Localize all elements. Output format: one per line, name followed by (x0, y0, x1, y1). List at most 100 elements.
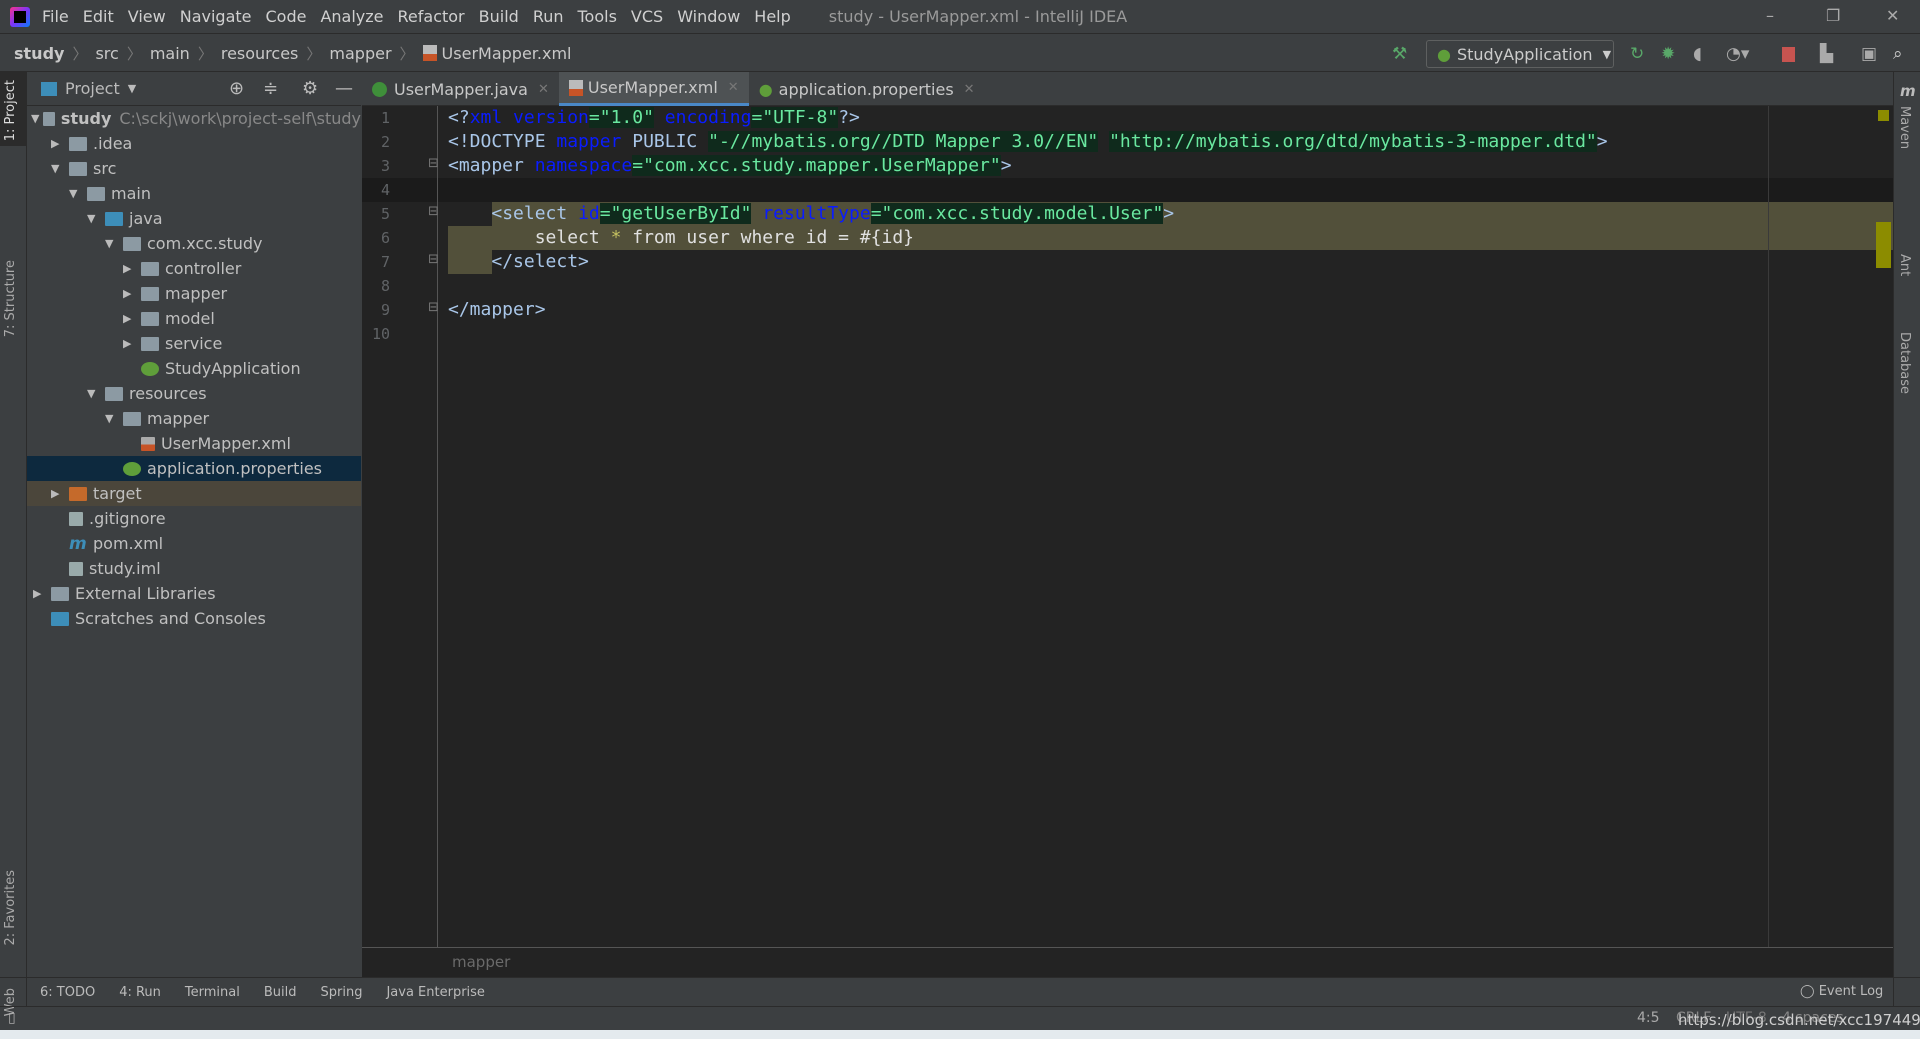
tree-item[interactable]: ▼ com.xcc.study (27, 231, 361, 256)
collapse-all-icon[interactable]: ≑ (263, 78, 278, 99)
tree-item[interactable]: ▼ java (27, 206, 361, 231)
tree-item[interactable]: study.iml (27, 556, 361, 581)
database-tool-tab[interactable]: Database (1897, 332, 1912, 394)
menu-navigate[interactable]: Navigate (180, 7, 252, 26)
minimize-button[interactable]: – (1766, 6, 1774, 25)
locate-icon[interactable]: ⊕ (229, 78, 244, 99)
tree-item[interactable]: Scratches and Consoles (27, 606, 361, 631)
breadcrumb-study[interactable]: study (14, 44, 64, 63)
tool-window--todo[interactable]: 6: TODO (40, 985, 95, 1000)
hide-icon[interactable]: — (335, 78, 353, 99)
tree-item[interactable]: ▶ service (27, 331, 361, 356)
tool-window-spring[interactable]: Spring (321, 985, 363, 1000)
toggle-tool-windows-icon[interactable]: ▯ (8, 1010, 16, 1026)
collapsed-arrow-icon[interactable]: ▶ (123, 287, 141, 300)
tool-window-java-enterprise[interactable]: Java Enterprise (386, 985, 484, 1000)
close-button[interactable]: ✕ (1886, 6, 1899, 25)
rerun-icon[interactable]: ↻ (1630, 44, 1644, 64)
tool-window--run[interactable]: 4: Run (119, 985, 161, 1000)
coverage-icon[interactable]: ◖ (1693, 44, 1702, 64)
inspection-status-icon[interactable] (1878, 110, 1889, 121)
menu-window[interactable]: Window (677, 7, 740, 26)
breadcrumb-resources[interactable]: resources (221, 44, 299, 63)
menu-analyze[interactable]: Analyze (320, 7, 383, 26)
collapsed-arrow-icon[interactable]: ▶ (123, 262, 141, 275)
close-tab-icon[interactable]: ✕ (728, 80, 739, 95)
editor-tab[interactable]: UserMapper.xml ✕ (558, 72, 749, 106)
project-tool-tab[interactable]: 1: Project (3, 80, 18, 141)
close-tab-icon[interactable]: ✕ (538, 82, 549, 97)
tree-item[interactable]: StudyApplication (27, 356, 361, 381)
structure-tool-tab[interactable]: 7: Structure (3, 260, 18, 337)
expanded-arrow-icon[interactable]: ▼ (69, 187, 87, 200)
collapsed-arrow-icon[interactable]: ▶ (33, 587, 51, 600)
event-log-button[interactable]: ◯ Event Log (1800, 984, 1883, 999)
chevron-down-icon[interactable]: ▼ (128, 82, 136, 95)
menu-help[interactable]: Help (754, 7, 790, 26)
fold-marker-icon[interactable]: ⊟ (428, 204, 439, 219)
maven-tool-tab[interactable]: Maven (1897, 106, 1912, 149)
menu-refactor[interactable]: Refactor (398, 7, 465, 26)
tree-item[interactable]: ▶ External Libraries (27, 581, 361, 606)
tree-item[interactable]: ▼ mapper (27, 406, 361, 431)
collapsed-arrow-icon[interactable]: ▶ (51, 137, 69, 150)
editor-tab[interactable]: UserMapper.java ✕ (362, 72, 559, 106)
ant-tool-tab[interactable]: Ant (1897, 254, 1912, 276)
editor-breadcrumb[interactable]: mapper (362, 947, 1893, 977)
breadcrumb-usermapper-xml[interactable]: UserMapper.xml (442, 44, 572, 63)
tree-item[interactable]: .gitignore (27, 506, 361, 531)
breadcrumb-src[interactable]: src (95, 44, 118, 63)
menu-edit[interactable]: Edit (83, 7, 114, 26)
fold-marker-icon[interactable]: ⊟ (428, 300, 439, 315)
expanded-arrow-icon[interactable]: ▼ (87, 212, 105, 225)
menu-code[interactable]: Code (266, 7, 307, 26)
collapsed-arrow-icon[interactable]: ▶ (123, 312, 141, 325)
hammer-icon[interactable]: ⚒ (1392, 44, 1407, 64)
menu-view[interactable]: View (128, 7, 166, 26)
terminal-window-icon[interactable]: ▣ (1861, 44, 1877, 64)
scrollbar-marker[interactable] (1876, 222, 1891, 268)
tree-item[interactable]: application.properties (27, 456, 361, 481)
menu-build[interactable]: Build (479, 7, 519, 26)
restore-button[interactable]: ❐ (1826, 6, 1840, 25)
profile-icon[interactable]: ◔▾ (1726, 44, 1749, 64)
fold-marker-icon[interactable]: ⊟ (428, 252, 439, 267)
expanded-arrow-icon[interactable]: ▼ (87, 387, 105, 400)
breadcrumb-main[interactable]: main (150, 44, 190, 63)
tree-item[interactable]: ▼ src (27, 156, 361, 181)
menu-file[interactable]: File (42, 7, 69, 26)
project-view-select[interactable]: Project (65, 79, 120, 98)
run-configuration-select[interactable]: ● StudyApplication ▼ (1426, 40, 1614, 68)
collapsed-arrow-icon[interactable]: ▶ (51, 487, 69, 500)
bug-icon[interactable]: ✹ (1661, 44, 1675, 64)
tree-item[interactable]: UserMapper.xml (27, 431, 361, 456)
menu-run[interactable]: Run (533, 7, 564, 26)
expanded-arrow-icon[interactable]: ▼ (105, 412, 123, 425)
close-tab-icon[interactable]: ✕ (964, 82, 975, 97)
gear-icon[interactable]: ⚙ (302, 78, 318, 99)
project-structure-icon[interactable]: ▙ (1820, 44, 1833, 64)
tree-item[interactable]: m pom.xml (27, 531, 361, 556)
tree-item[interactable]: ▶ target (27, 481, 361, 506)
tree-item[interactable]: ▼ study C:\sckj\work\project-self\study (27, 106, 361, 131)
tree-item[interactable]: ▼ main (27, 181, 361, 206)
editor-tab[interactable]: ● application.properties ✕ (749, 72, 985, 106)
tree-item[interactable]: ▶ .idea (27, 131, 361, 156)
tree-item[interactable]: ▶ controller (27, 256, 361, 281)
tree-item[interactable]: ▶ mapper (27, 281, 361, 306)
search-icon[interactable]: ⌕ (1893, 44, 1903, 64)
tool-window-build[interactable]: Build (264, 985, 297, 1000)
menu-tools[interactable]: Tools (578, 7, 617, 26)
tree-item[interactable]: ▶ model (27, 306, 361, 331)
tool-window-terminal[interactable]: Terminal (185, 985, 240, 1000)
expanded-arrow-icon[interactable]: ▼ (51, 162, 69, 175)
expanded-arrow-icon[interactable]: ▼ (105, 237, 123, 250)
expanded-arrow-icon[interactable]: ▼ (31, 112, 43, 125)
breadcrumb-mapper[interactable]: mapper (329, 44, 391, 63)
code-editor[interactable]: 1 2 3 ⊟ 4 5 ⊟ 6 7 ⊟ 8 9 ⊟ 10 <?xml version="1.0" enco… (362, 106, 1920, 947)
stop-icon[interactable] (1782, 47, 1795, 62)
collapsed-arrow-icon[interactable]: ▶ (123, 337, 141, 350)
tree-item[interactable]: ▼ resources (27, 381, 361, 406)
fold-marker-icon[interactable]: ⊟ (428, 156, 439, 171)
caret-position[interactable]: 4:5 (1637, 1010, 1660, 1026)
